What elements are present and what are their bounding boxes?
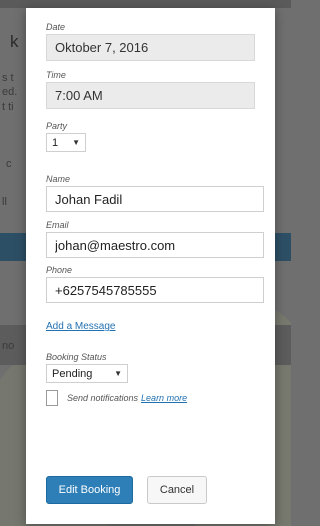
chevron-down-icon: ▼	[114, 369, 122, 378]
time-field-group: Time 7:00 AM	[46, 70, 255, 109]
notifications-label: Send notifications	[67, 393, 139, 403]
date-field-group: Date Oktober 7, 2016	[46, 22, 255, 61]
booking-status-label: Booking Status	[46, 352, 107, 362]
add-message-link[interactable]: Add a Message	[46, 321, 116, 332]
booking-status-select[interactable]: Pending ▼	[46, 364, 128, 383]
email-input[interactable]	[46, 232, 264, 258]
notifications-row: Send notifications Learn more	[46, 390, 255, 406]
background-text: s t	[2, 72, 14, 84]
time-label: Time	[46, 70, 66, 80]
background-text: no	[2, 340, 15, 352]
notifications-checkbox[interactable]	[46, 390, 58, 406]
party-label: Party	[46, 121, 68, 131]
date-label: Date	[46, 22, 66, 32]
edit-booking-button[interactable]: Edit Booking	[46, 476, 133, 504]
email-field-group: Email	[46, 220, 264, 258]
email-label: Email	[46, 220, 69, 230]
background-text: t ti	[2, 101, 14, 113]
phone-input[interactable]	[46, 277, 264, 303]
booking-status-value: Pending	[52, 367, 93, 380]
phone-label: Phone	[46, 265, 73, 275]
booking-status-group: Booking Status Pending ▼	[46, 352, 255, 383]
learn-more-link[interactable]: Learn more	[141, 393, 187, 403]
add-message-row: Add a Message	[46, 316, 255, 334]
date-field: Oktober 7, 2016	[46, 34, 255, 61]
phone-field-group: Phone	[46, 265, 264, 303]
party-select-value: 1	[52, 136, 59, 149]
edit-booking-modal: Date Oktober 7, 2016 Time 7:00 AM Party …	[26, 8, 275, 524]
cancel-button[interactable]: Cancel	[147, 476, 207, 504]
name-field-group: Name	[46, 174, 264, 212]
background-text: ll	[2, 196, 7, 208]
background-top-bar	[0, 0, 291, 8]
party-select[interactable]: 1 ▼	[46, 133, 86, 152]
name-label: Name	[46, 174, 71, 184]
time-field: 7:00 AM	[46, 82, 255, 109]
background-text: c	[6, 158, 12, 170]
background-text: k	[10, 32, 19, 51]
party-field-group: Party 1 ▼	[46, 121, 255, 152]
name-input[interactable]	[46, 186, 264, 212]
background-text: ed.	[2, 86, 18, 98]
chevron-down-icon: ▼	[72, 138, 80, 147]
